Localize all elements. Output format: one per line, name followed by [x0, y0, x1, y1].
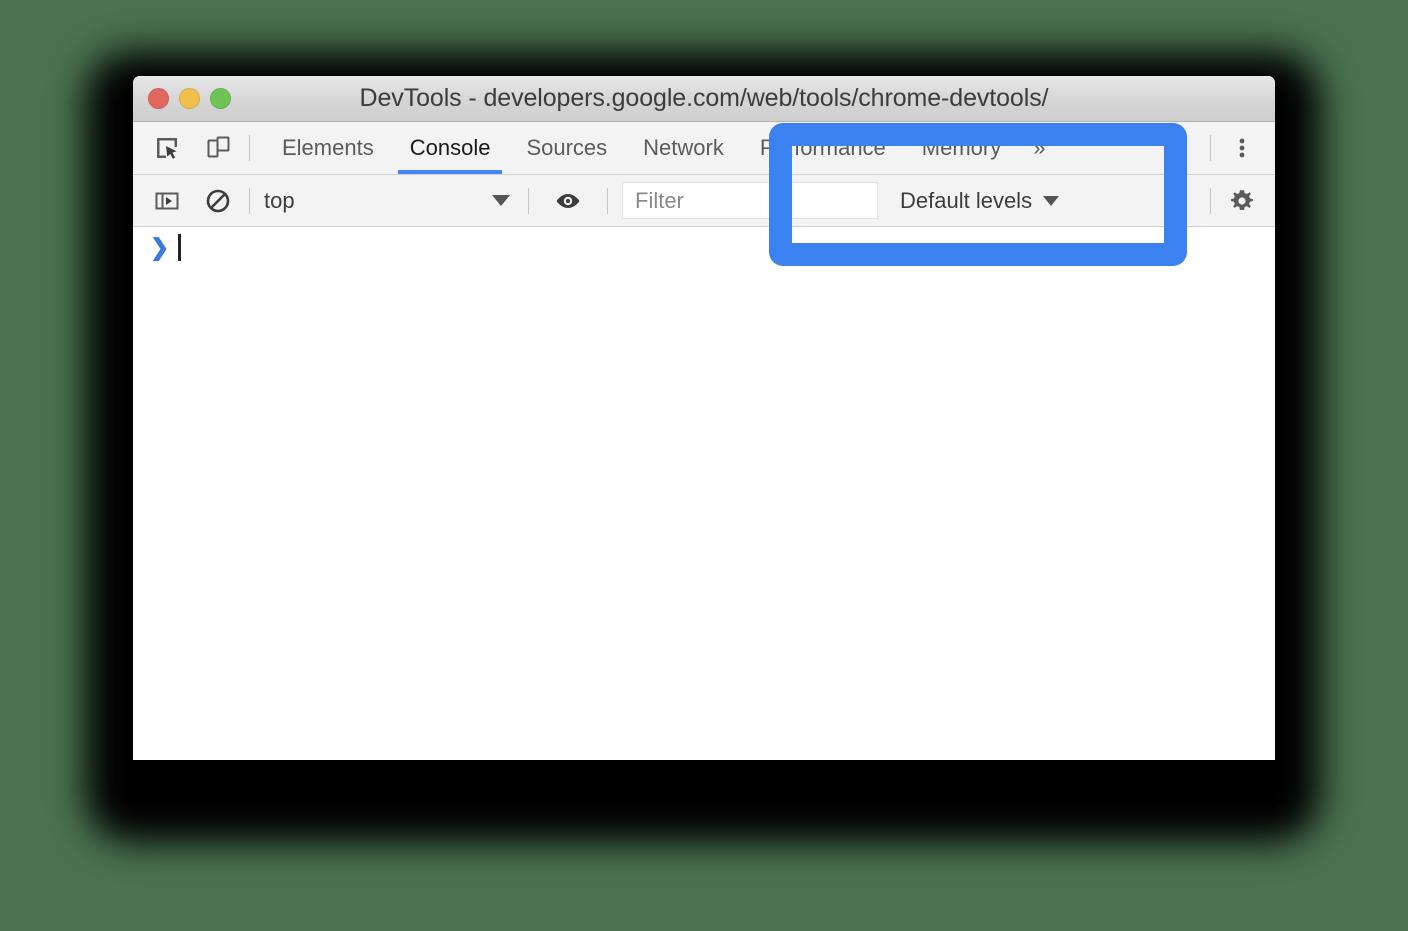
clear-console-icon[interactable]	[201, 184, 235, 218]
minimize-window-button[interactable]	[179, 88, 200, 109]
gear-icon[interactable]	[1225, 184, 1259, 218]
window-title: DevTools - developers.google.com/web/too…	[359, 84, 1049, 112]
chevron-down-icon	[1043, 195, 1060, 206]
console-toolbar-divider-2	[528, 187, 529, 214]
console-prompt-chevron-icon: ❯	[150, 233, 170, 260]
tab-bar-right-controls	[1196, 131, 1275, 165]
log-levels-select[interactable]: Default levels	[900, 187, 1060, 214]
tab-sources[interactable]: Sources	[508, 122, 625, 174]
filter-input[interactable]: Filter	[622, 182, 878, 219]
tab-list: Elements Console Sources Network Perform…	[264, 122, 1060, 174]
console-filter-bar: top Filter Default levels	[133, 175, 1275, 227]
console-toolbar-tools	[133, 184, 235, 218]
chevron-down-icon	[492, 195, 510, 206]
execution-context-select[interactable]: top	[264, 175, 514, 226]
console-prompt-row[interactable]: ❯	[133, 227, 1275, 267]
filter-input-placeholder: Filter	[635, 187, 684, 213]
console-toolbar-divider-4	[1210, 187, 1211, 214]
title-bar: DevTools - developers.google.com/web/too…	[133, 76, 1275, 122]
tab-bar-tools	[133, 131, 235, 165]
close-window-button[interactable]	[148, 88, 169, 109]
console-text-caret	[178, 233, 182, 261]
eye-icon[interactable]	[551, 184, 585, 218]
console-toolbar-right-controls	[1196, 184, 1275, 218]
tab-bar-divider	[249, 135, 250, 161]
device-toolbar-icon[interactable]	[201, 131, 235, 165]
traffic-lights	[148, 76, 231, 121]
log-levels-value: Default levels	[900, 187, 1033, 213]
console-toolbar-divider-3	[607, 187, 608, 214]
console-toolbar-divider-1	[249, 187, 250, 214]
tab-performance[interactable]: Performance	[742, 122, 904, 174]
execution-context-value: top	[264, 187, 295, 213]
tab-elements[interactable]: Elements	[264, 122, 392, 174]
devtools-tab-bar: Elements Console Sources Network Perform…	[133, 122, 1275, 175]
tab-bar-right-divider	[1210, 135, 1211, 161]
screenshot-stage: DevTools - developers.google.com/web/too…	[0, 0, 1408, 931]
devtools-window: DevTools - developers.google.com/web/too…	[133, 76, 1275, 760]
tab-network[interactable]: Network	[625, 122, 742, 174]
tab-overflow-chevron-icon[interactable]: »	[1019, 122, 1059, 174]
tab-memory[interactable]: Memory	[904, 122, 1019, 174]
console-sidebar-toggle-icon[interactable]	[150, 184, 184, 218]
zoom-window-button[interactable]	[210, 88, 231, 109]
three-dot-menu-icon[interactable]	[1225, 131, 1259, 165]
inspect-element-icon[interactable]	[150, 131, 184, 165]
console-message-area[interactable]: ❯	[133, 227, 1275, 760]
tab-console[interactable]: Console	[392, 122, 509, 174]
